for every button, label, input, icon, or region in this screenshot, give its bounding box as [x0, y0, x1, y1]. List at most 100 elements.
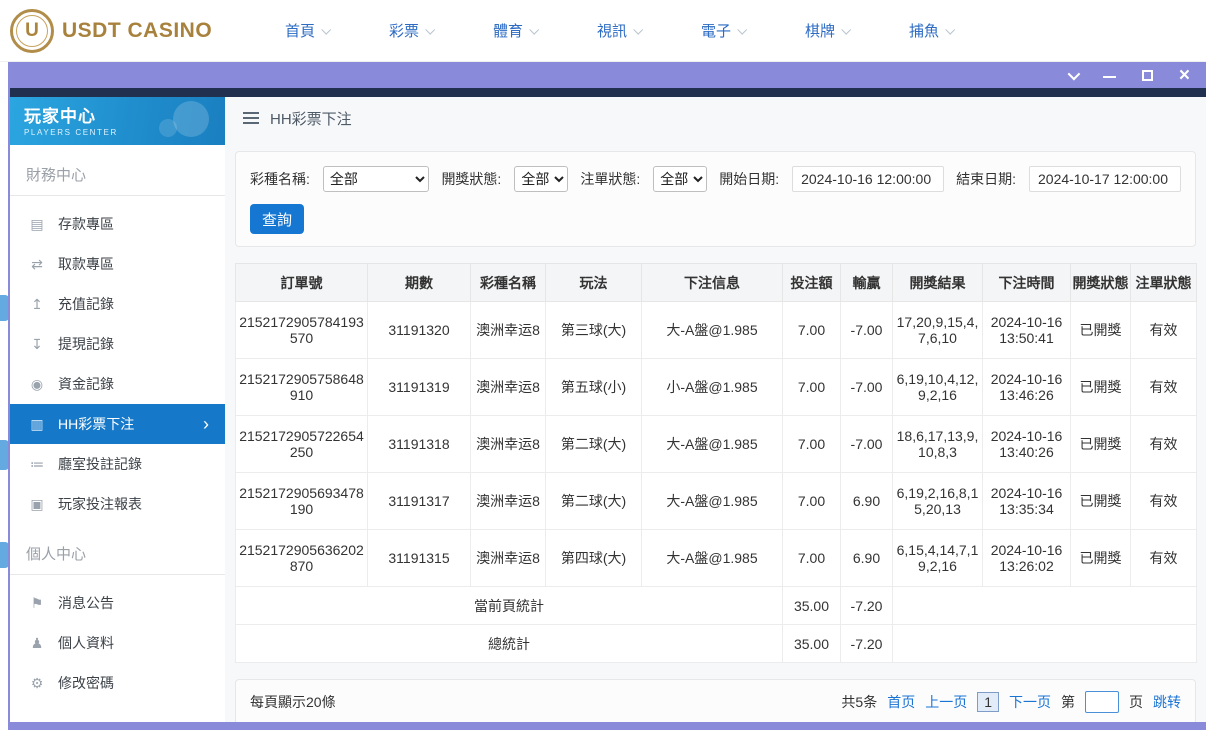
col-order-status: 注單狀態 — [1130, 263, 1197, 302]
sidebar-item-withdraw[interactable]: ⇄ 取款專區 — [10, 244, 225, 284]
top-navbar: U USDT CASINO 首頁 彩票 體育 視訊 電子 棋牌 捕魚 — [0, 0, 1206, 62]
nav-item-slots[interactable]: 電子 — [671, 20, 775, 41]
nav-item-fishing[interactable]: 捕魚 — [879, 20, 983, 41]
summary-empty-cell — [892, 586, 1197, 625]
minimize-button[interactable] — [1102, 72, 1116, 78]
chevron-down-icon — [737, 24, 748, 35]
cell-lottery-name: 澳洲幸运8 — [470, 415, 546, 473]
nav-label: 捕魚 — [908, 23, 939, 40]
nav-item-lottery[interactable]: 彩票 — [359, 20, 463, 41]
total-count-text: 共5条 — [841, 694, 878, 710]
prev-page-link[interactable]: 上一页 — [925, 692, 967, 712]
table-row: 2152172905758648910 31191319 澳洲幸运8 第五球(小… — [235, 358, 1197, 416]
cell-lottery-name: 澳洲幸运8 — [470, 301, 546, 359]
cell-order-number: 2152172905722654250 — [235, 415, 368, 473]
sidebar-title: 玩家中心 — [24, 107, 96, 126]
summary-win-loss-total: -7.20 — [840, 624, 893, 663]
sidebar-item-recharge-record[interactable]: ↥ 充值記錄 — [10, 284, 225, 324]
summary-win-loss-total: -7.20 — [840, 586, 893, 625]
sidebar-item-change-password[interactable]: ⚙ 修改密碼 — [10, 663, 225, 703]
draw-status-select[interactable]: 全部 — [514, 166, 569, 192]
chevron-right-icon: › — [203, 414, 209, 434]
query-button[interactable]: 查詢 — [250, 204, 304, 234]
start-date-input[interactable] — [792, 166, 945, 192]
sidebar-item-label: 玩家投注報表 — [58, 496, 142, 512]
logo[interactable]: U USDT CASINO — [0, 8, 225, 53]
cell-period: 31191320 — [367, 301, 471, 359]
logo-letter: U — [16, 14, 48, 47]
person-icon: ♟ — [30, 634, 44, 651]
main-nav: 首頁 彩票 體育 視訊 電子 棋牌 捕魚 — [255, 20, 983, 41]
sidebar-item-withdrawal-record[interactable]: ↧ 提現記錄 — [10, 324, 225, 364]
cell-bet-time: 2024-10-16 13:40:26 — [982, 415, 1071, 473]
jump-suffix-text: 页 — [1129, 694, 1143, 710]
page-jump-input[interactable] — [1085, 691, 1119, 713]
order-status-select[interactable]: 全部 — [653, 166, 708, 192]
table-row: 2152172905722654250 31191318 澳洲幸运8 第二球(大… — [235, 415, 1197, 473]
nav-item-sports[interactable]: 體育 — [463, 20, 567, 41]
next-page-link[interactable]: 下一页 — [1009, 692, 1051, 712]
sidebar-subtitle: PLAYERS CENTER — [24, 128, 118, 137]
personal-menu: ⚑ 消息公告 ♟ 個人資料 ⚙ 修改密碼 — [10, 575, 225, 703]
nav-item-live[interactable]: 視訊 — [567, 20, 671, 41]
end-date-label: 結束日期: — [956, 171, 1016, 187]
cell-bet-time: 2024-10-16 13:50:41 — [982, 301, 1071, 359]
cell-period: 31191319 — [367, 358, 471, 416]
deposit-icon: ▤ — [30, 215, 44, 232]
cell-order-status: 有效 — [1130, 415, 1197, 473]
cell-period: 31191315 — [367, 529, 471, 587]
cell-bet-info: 小-A盤@1.985 — [641, 358, 783, 416]
withdrawal-record-icon: ↧ — [31, 335, 43, 352]
cell-play-type: 第四球(大) — [545, 529, 642, 587]
sidebar-item-announcements[interactable]: ⚑ 消息公告 — [10, 583, 225, 623]
table-row: 2152172905784193570 31191320 澳洲幸运8 第三球(大… — [235, 301, 1197, 359]
cell-order-status: 有效 — [1130, 529, 1197, 587]
bell-icon: ⚑ — [30, 594, 44, 611]
sidebar-item-funds-record[interactable]: ◉ 資金記錄 — [10, 364, 225, 404]
maximize-icon — [1141, 69, 1153, 81]
chevron-down-icon — [425, 24, 436, 35]
cell-draw-result: 6,19,2,16,8,15,20,13 — [892, 472, 983, 530]
window-header-strip — [10, 88, 1206, 97]
sidebar-item-label: 資金記錄 — [58, 376, 114, 392]
sidebar-item-label: HH彩票下注 — [58, 416, 135, 432]
lottery-name-select[interactable]: 全部 — [322, 166, 430, 192]
filter-panel: 彩種名稱: 全部 開獎狀態: 全部 注單狀態: 全部 開始日期: 結束日期: — [235, 151, 1196, 247]
sidebar-item-label: 修改密碼 — [58, 675, 114, 691]
collapse-window-button[interactable] — [1067, 67, 1081, 80]
cell-period: 31191318 — [367, 415, 471, 473]
end-date-input[interactable] — [1029, 166, 1181, 192]
section-heading-personal: 個人中心 — [10, 530, 225, 575]
current-page-indicator[interactable]: 1 — [977, 692, 999, 712]
col-play-type: 玩法 — [545, 263, 642, 302]
first-page-link[interactable]: 首页 — [887, 692, 915, 712]
sidebar-item-profile[interactable]: ♟ 個人資料 — [10, 623, 225, 663]
cell-lottery-name: 澳洲幸运8 — [470, 529, 546, 587]
logo-text: USDT CASINO — [62, 18, 213, 42]
sidebar-item-player-bet-report[interactable]: ▣ 玩家投注報表 — [10, 484, 225, 524]
sidebar-item-room-bet-record[interactable]: ≔ 廳室投註記錄 — [10, 444, 225, 484]
maximize-button[interactable] — [1141, 69, 1153, 81]
cell-draw-result: 17,20,9,15,4,7,6,10 — [892, 301, 983, 359]
menu-icon[interactable] — [243, 112, 259, 124]
chevron-down-icon — [1067, 67, 1081, 80]
cell-bet-amount: 7.00 — [782, 358, 841, 416]
gear-icon: ⚙ — [30, 674, 44, 691]
close-button[interactable]: × — [1179, 66, 1190, 85]
page-title: HH彩票下注 — [270, 110, 352, 128]
nav-item-home[interactable]: 首頁 — [255, 20, 359, 41]
nav-item-cards[interactable]: 棋牌 — [775, 20, 879, 41]
col-win-loss: 輸贏 — [840, 263, 893, 302]
col-draw-result: 開獎結果 — [892, 263, 983, 302]
bets-table: 訂單號 期數 彩種名稱 玩法 下注信息 投注額 輸贏 開獎結果 下注時間 開獎狀… — [235, 263, 1197, 663]
sidebar-item-deposit[interactable]: ▤ 存款專區 — [10, 204, 225, 244]
cell-order-number: 2152172905636202870 — [235, 529, 368, 587]
withdraw-icon: ⇄ — [31, 255, 43, 272]
jump-button[interactable]: 跳转 — [1153, 692, 1181, 712]
sidebar-item-hh-lottery-bets[interactable]: ▥ HH彩票下注 › — [10, 404, 225, 444]
sidebar-item-label: 充值記錄 — [58, 296, 114, 312]
summary-row-current-page: 當前頁統計 35.00 -7.20 — [235, 586, 1197, 625]
pagination-controls: 共5条 首页 上一页 1 下一页 第 页 跳转 — [841, 691, 1181, 713]
cell-lottery-name: 澳洲幸运8 — [470, 358, 546, 416]
window-titlebar: × — [8, 62, 1206, 88]
